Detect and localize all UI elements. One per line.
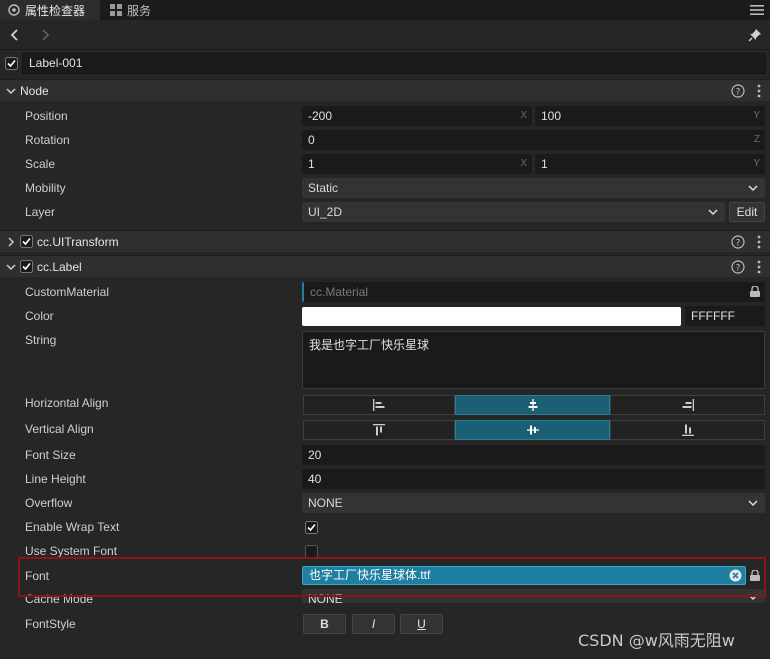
watermark-text: CSDN @w风雨无阻w — [578, 631, 735, 650]
position-x-input[interactable]: -200 X — [302, 106, 532, 126]
more-icon[interactable] — [757, 260, 761, 274]
scale-y-input[interactable]: 1Y — [535, 154, 765, 174]
pin-icon[interactable] — [748, 28, 762, 42]
position-x-value: -200 — [308, 109, 333, 123]
chevron-right-icon — [8, 236, 15, 247]
forward-arrow-icon[interactable] — [38, 28, 52, 42]
overflow-select[interactable]: NONE — [302, 493, 765, 513]
section-node-header[interactable]: Node ? — [0, 79, 770, 101]
color-hex-input[interactable]: FFFFFF — [685, 306, 765, 326]
help-icon[interactable]: ? — [731, 260, 745, 274]
tab-services[interactable]: 服务 — [102, 0, 164, 20]
mobility-value: Static — [308, 181, 339, 195]
layer-select[interactable]: UI_2D — [302, 202, 725, 222]
position-y-value: 100 — [541, 109, 562, 123]
help-icon[interactable]: ? — [731, 235, 745, 249]
overflow-label: Overflow — [25, 496, 73, 510]
layer-value: UI_2D — [308, 205, 343, 219]
services-icon — [110, 4, 122, 16]
section-label-header[interactable]: cc.Label ? — [0, 255, 770, 277]
font-style-label: FontStyle — [25, 617, 76, 631]
color-label: Color — [25, 309, 54, 323]
tab-inspector[interactable]: 属性检查器 — [0, 0, 100, 20]
rotation-label: Rotation — [25, 133, 70, 147]
axis-z-label: Z — [753, 134, 760, 145]
chevron-down-icon — [6, 87, 16, 94]
mobility-label: Mobility — [25, 181, 66, 195]
string-textarea[interactable]: 我是也字工厂快乐星球 — [302, 331, 765, 389]
svg-text:?: ? — [736, 264, 741, 274]
align-center-icon — [528, 399, 537, 411]
rotation-value: 0 — [308, 133, 315, 147]
font-size-input[interactable]: 20 — [302, 445, 765, 465]
back-arrow-icon[interactable] — [8, 28, 22, 42]
tab-inspector-label: 属性检查器 — [25, 3, 86, 18]
wrap-text-checkbox[interactable] — [305, 521, 318, 534]
custom-material-placeholder: cc.Material — [310, 285, 369, 299]
history-bar — [0, 20, 770, 50]
scale-x-input[interactable]: 1X — [302, 154, 532, 174]
section-uitransform-title: cc.UITransform — [37, 234, 119, 249]
string-label: String — [25, 333, 57, 347]
tab-services-label: 服务 — [127, 3, 152, 18]
label-enabled-checkbox[interactable] — [20, 260, 33, 273]
align-top-icon — [373, 424, 385, 436]
line-height-input[interactable]: 40 — [302, 469, 765, 489]
horizontal-align-label: Horizontal Align — [25, 396, 109, 410]
mobility-select[interactable]: Static — [302, 178, 765, 198]
wrap-text-label: Enable Wrap Text — [25, 520, 120, 534]
italic-button[interactable]: I — [352, 614, 395, 634]
align-bottom-icon — [681, 424, 694, 436]
align-left-icon — [373, 399, 385, 411]
horizontal-align-center-button[interactable] — [455, 395, 610, 415]
line-height-label: Line Height — [25, 472, 86, 486]
chevron-down-icon — [748, 500, 758, 507]
axis-x-label: X — [520, 158, 527, 169]
svg-text:?: ? — [736, 88, 741, 98]
menu-icon[interactable] — [750, 3, 764, 17]
bold-button[interactable]: B — [303, 614, 346, 634]
vertical-align-bottom-button[interactable] — [610, 420, 765, 440]
layer-label: Layer — [25, 205, 56, 219]
position-y-input[interactable]: 100 Y — [535, 106, 765, 126]
node-active-checkbox[interactable] — [5, 57, 18, 70]
rotation-input[interactable]: 0Z — [302, 130, 765, 150]
asset-browse-icon[interactable] — [749, 286, 761, 298]
more-icon[interactable] — [757, 235, 761, 249]
chevron-down-icon — [6, 263, 16, 270]
chevron-down-icon — [748, 185, 758, 192]
scale-label: Scale — [25, 157, 56, 171]
underline-button[interactable]: U — [400, 614, 443, 634]
font-size-label: Font Size — [25, 448, 76, 462]
overflow-value: NONE — [308, 496, 343, 510]
horizontal-align-right-button[interactable] — [610, 395, 765, 415]
horizontal-align-left-button[interactable] — [303, 395, 455, 415]
section-label-title: cc.Label — [37, 259, 82, 274]
color-swatch[interactable] — [302, 307, 681, 326]
section-uitransform-header[interactable]: cc.UITransform ? — [0, 230, 770, 252]
custom-material-asset-field[interactable]: cc.Material — [302, 282, 765, 302]
inspector-icon — [8, 4, 20, 16]
align-middle-icon — [526, 425, 539, 435]
axis-y-label: Y — [753, 158, 760, 169]
uitransform-enabled-checkbox[interactable] — [20, 235, 33, 248]
scale-y-value: 1 — [541, 157, 548, 171]
custom-material-label: CustomMaterial — [25, 285, 110, 299]
axis-y-label: Y — [753, 110, 760, 121]
axis-x-label: X — [520, 110, 527, 121]
annotation-highlight-box — [18, 557, 766, 597]
position-label: Position — [25, 109, 68, 123]
node-name-input[interactable]: Label-001 — [22, 53, 766, 74]
scale-x-value: 1 — [308, 157, 315, 171]
more-icon[interactable] — [757, 84, 761, 98]
section-node-title: Node — [20, 83, 49, 98]
vertical-align-middle-button[interactable] — [455, 420, 610, 440]
svg-text:?: ? — [736, 239, 741, 249]
layer-edit-button[interactable]: Edit — [729, 202, 765, 222]
help-icon[interactable]: ? — [731, 84, 745, 98]
align-right-icon — [682, 399, 694, 411]
vertical-align-top-button[interactable] — [303, 420, 455, 440]
chevron-down-icon — [708, 209, 718, 216]
vertical-align-label: Vertical Align — [25, 422, 94, 436]
